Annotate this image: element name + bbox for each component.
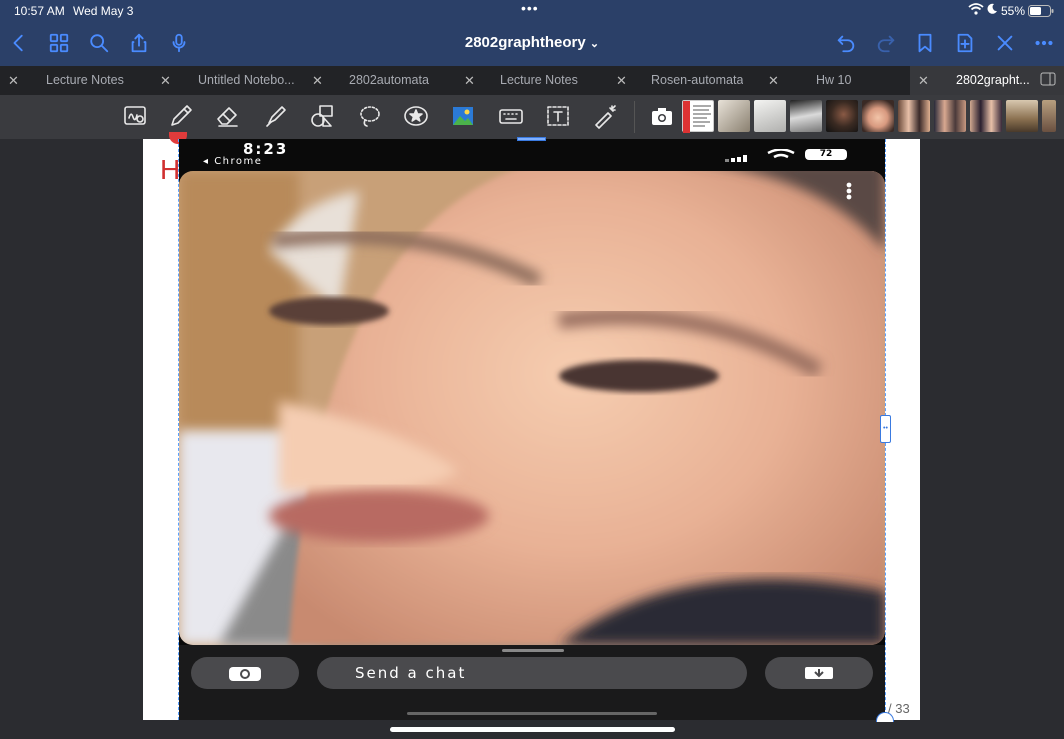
recent-image-thumbnail[interactable] xyxy=(826,100,858,132)
grabber-handle[interactable] xyxy=(502,649,564,652)
tab-untitled-notebook[interactable]: ✕ Untitled Notebo... xyxy=(152,66,304,95)
phone-battery: 72 xyxy=(805,149,847,160)
tab-lecture-notes-2[interactable]: ✕ Lecture Notes xyxy=(456,66,608,95)
tab-hw-10[interactable]: ✕ Hw 10 xyxy=(760,66,910,95)
phone-signal-icon xyxy=(725,149,755,167)
snap-chat-bar: Send a chat xyxy=(179,645,885,720)
sticker-icon[interactable] xyxy=(401,101,431,131)
tab-bar: ✕ Lecture Notes ✕ Untitled Notebo... ✕ 2… xyxy=(0,66,1064,95)
undo-icon[interactable] xyxy=(833,30,859,56)
tab-label: 2802grapht... xyxy=(956,73,1030,87)
status-date: Wed May 3 xyxy=(73,4,134,18)
lasso-icon[interactable] xyxy=(355,101,385,131)
tab-label: Untitled Notebo... xyxy=(198,73,295,87)
drawing-toolbar xyxy=(0,95,1064,139)
close-icon[interactable] xyxy=(992,30,1018,56)
recent-image-thumbnail[interactable] xyxy=(790,100,822,132)
text-box-icon[interactable] xyxy=(543,101,573,131)
redo-icon[interactable] xyxy=(873,30,899,56)
tab-label: Rosen-automata xyxy=(651,73,744,87)
chevron-left-icon[interactable] xyxy=(6,30,32,56)
recent-image-thumbnail[interactable] xyxy=(682,100,714,133)
tab-close-icon[interactable]: ✕ xyxy=(918,73,929,89)
resize-handle-right[interactable]: •• xyxy=(880,415,891,443)
tab-close-icon[interactable]: ✕ xyxy=(160,73,171,89)
tab-rosen-automata[interactable]: ✕ Rosen-automata xyxy=(608,66,760,95)
tab-close-icon[interactable]: ✕ xyxy=(8,73,19,89)
save-button[interactable] xyxy=(765,657,873,689)
split-view-icon[interactable] xyxy=(1040,72,1056,89)
recent-image-thumbnail[interactable] xyxy=(718,100,750,132)
top-navigation-bar: 10:57 AM Wed May 3 ••• 55% 2802graphtheo… xyxy=(0,0,1064,66)
multitask-dots-icon[interactable]: ••• xyxy=(521,0,539,16)
camera-button[interactable] xyxy=(191,657,299,689)
tab-label: Lecture Notes xyxy=(500,73,578,87)
recent-image-thumbnail[interactable] xyxy=(898,100,930,132)
tab-close-icon[interactable]: ✕ xyxy=(464,73,475,89)
moon-icon xyxy=(986,3,998,18)
tab-close-icon[interactable]: ✕ xyxy=(768,73,779,89)
pen-icon[interactable] xyxy=(166,101,196,131)
tab-label: Lecture Notes xyxy=(46,73,124,87)
shapes-icon[interactable] xyxy=(307,101,337,131)
tab-close-icon[interactable]: ✕ xyxy=(616,73,627,89)
wifi-icon xyxy=(968,3,984,18)
ipad-home-indicator xyxy=(390,727,675,732)
tab-lecture-notes-1[interactable]: ✕ Lecture Notes xyxy=(0,66,152,95)
toolbar-divider xyxy=(634,101,635,133)
more-icon[interactable] xyxy=(1031,30,1057,56)
recent-image-thumbnail[interactable] xyxy=(970,100,1002,132)
tab-label: 2802automata xyxy=(349,73,429,87)
status-time: 10:57 AM xyxy=(14,4,65,18)
tab-close-icon[interactable]: ✕ xyxy=(312,73,323,89)
selection-border-left xyxy=(178,139,179,720)
bookmark-icon[interactable] xyxy=(912,30,938,56)
battery-percent: 55% xyxy=(1001,4,1026,18)
recent-image-thumbnail[interactable] xyxy=(754,100,786,132)
send-chat-input[interactable]: Send a chat xyxy=(317,657,747,689)
handwriting-read-icon[interactable] xyxy=(120,101,150,131)
recent-image-thumbnail[interactable] xyxy=(934,100,966,132)
highlighter-icon[interactable] xyxy=(261,101,291,131)
phone-home-indicator xyxy=(407,712,657,715)
laser-pointer-icon[interactable] xyxy=(590,101,620,131)
add-page-icon[interactable] xyxy=(952,30,978,56)
recent-image-thumbnail[interactable] xyxy=(862,100,894,132)
selfie-photo xyxy=(179,171,885,645)
recent-image-thumbnail[interactable] xyxy=(1042,100,1056,132)
phone-wifi-icon xyxy=(767,148,795,166)
image-icon[interactable] xyxy=(448,101,478,131)
battery-icon xyxy=(1028,5,1054,20)
share-icon[interactable] xyxy=(126,30,152,56)
search-icon[interactable] xyxy=(86,30,112,56)
grid-icon[interactable] xyxy=(46,30,72,56)
camera-icon[interactable] xyxy=(647,101,677,131)
tab-label: Hw 10 xyxy=(816,73,852,87)
tab-2802automata[interactable]: ✕ 2802automata xyxy=(304,66,456,95)
keyboard-icon[interactable] xyxy=(496,101,526,131)
eraser-icon[interactable] xyxy=(213,101,243,131)
microphone-icon[interactable] xyxy=(166,30,192,56)
recent-image-thumbnail[interactable] xyxy=(1006,100,1038,132)
tab-2802graphtheory[interactable]: ✕ 2802grapht... xyxy=(910,66,1064,95)
document-title[interactable]: 2802graphtheory ⌄ xyxy=(0,34,1064,51)
goodnotes-app: 10:57 AM Wed May 3 ••• 55% 2802graphtheo… xyxy=(0,0,1064,739)
phone-back-app: ◂ Chrome xyxy=(203,156,263,167)
resize-handle-top[interactable] xyxy=(517,137,546,141)
